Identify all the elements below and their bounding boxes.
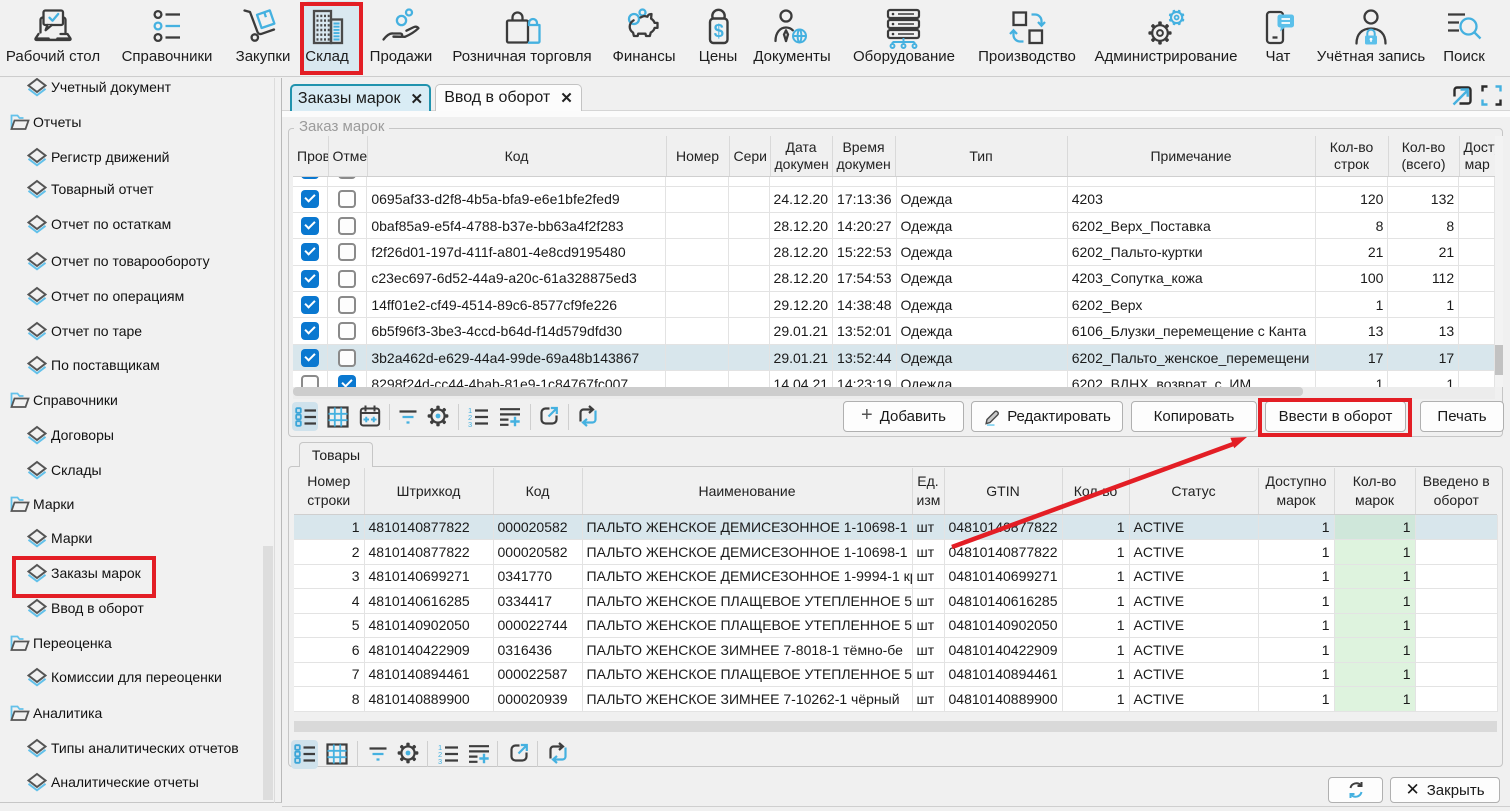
svg-text:3: 3 (438, 757, 442, 766)
svg-text:3: 3 (468, 420, 472, 429)
